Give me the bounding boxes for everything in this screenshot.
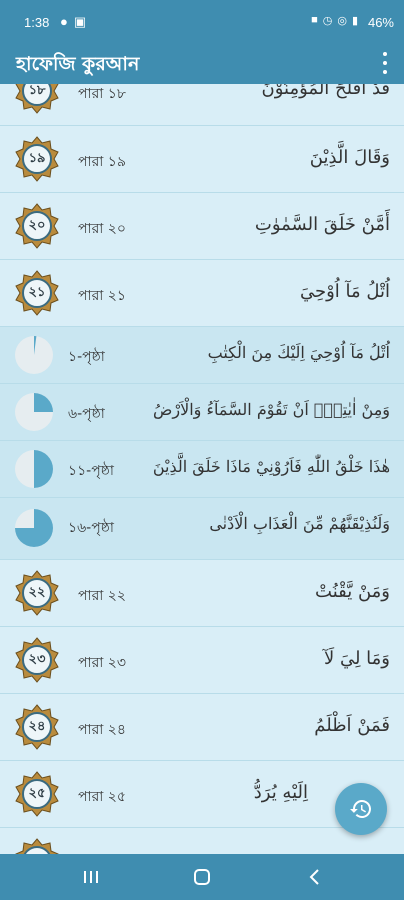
- app-title: হাফেজি কুরআন: [16, 53, 140, 75]
- lock-icon: ■: [311, 14, 318, 26]
- para-badge-icon: ২৩: [14, 637, 60, 683]
- para-badge-icon: ২১: [14, 270, 60, 316]
- image-icon: ▣: [73, 14, 87, 29]
- para-arabic-start: وَمَنْ يَّقْنُتْ: [315, 581, 390, 602]
- para-arabic-start: وَقَالَ الَّذِيْنَ: [309, 147, 390, 168]
- para-number: ২৩: [28, 652, 46, 667]
- para-row[interactable]: ২৪ পারা ২৪ فَمَنْ اَظْلَمُ: [0, 694, 404, 761]
- quarter-label: ১১-পৃষ্ঠা: [68, 463, 114, 479]
- progress-pie: [15, 450, 53, 488]
- para-number: ২০: [28, 218, 46, 233]
- para-label: পারা ২৩: [78, 655, 126, 671]
- recents-icon: [84, 871, 98, 883]
- para-row[interactable]: ২২ পারা ২২ وَمَنْ يَّقْنُتْ: [0, 560, 404, 627]
- para-badge-icon: ১৮: [14, 84, 60, 114]
- para-arabic-start: اِلَيْهِ يُرَدُّ: [253, 782, 308, 803]
- para-label: পারা ২০: [78, 221, 126, 237]
- notification-icons: ● ▣: [60, 14, 86, 30]
- progress-pie: [15, 336, 53, 374]
- para-label: পারা ২১: [78, 288, 126, 304]
- back-icon: [309, 869, 319, 885]
- app-bar: হাফেজি কুরআন: [0, 44, 404, 84]
- quarter-label: ১৬-পৃষ্ঠা: [68, 520, 114, 536]
- quarter-label: ১-পৃষ্ঠা: [68, 349, 105, 365]
- progress-slice: [34, 393, 53, 412]
- recents-button[interactable]: [80, 866, 102, 888]
- quarter-row[interactable]: ১-পৃষ্ঠা اُتْلُ مَآ اُوْحِيَ اِلَيْكَ مِ…: [0, 327, 404, 384]
- para-label: পারা ২২: [78, 588, 126, 604]
- alarm-icon: ◷: [322, 15, 333, 27]
- para-arabic-start: قَدْ أَفْلَحَ الْمُؤْمِنُوْنَ: [261, 84, 390, 99]
- history-icon: [350, 800, 371, 818]
- para-label: পারা ২৫: [78, 789, 126, 805]
- home-icon: [194, 869, 210, 885]
- para-badge-icon: ২৫: [14, 771, 60, 817]
- back-button[interactable]: [304, 866, 326, 888]
- signal-icon: ▮: [351, 15, 358, 27]
- para-badge-icon: ২৪: [14, 704, 60, 750]
- quarter-arabic-start: وَمِنْ اٰيٰتِهٖٓ اَنْ تَقُوْمَ السَّمَآء…: [153, 400, 390, 419]
- status-bar: 1:38 ● ▣ ■ ◷ ◎ ▮ 46%: [0, 0, 404, 44]
- wifi-icon: ◎: [337, 15, 347, 27]
- para-list: ১৮ পারা ১৮ قَدْ أَفْلَحَ الْمُؤْمِنُوْنَ…: [0, 84, 404, 854]
- para-arabic-start: فَمَنْ اَظْلَمُ: [314, 715, 390, 736]
- para-number: ১৯: [28, 151, 46, 166]
- progress-pie-icon: [14, 508, 54, 548]
- progress-pie-icon: [14, 449, 54, 489]
- para-badge-icon: [14, 838, 60, 854]
- para-row[interactable]: [0, 828, 404, 854]
- para-arabic-start: وَمَا لِيَ لَآ: [323, 648, 390, 669]
- quarter-arabic-start: هٰذَا خَلْقُ اللّٰهِ فَاَرُوْنِيْ مَاذَا…: [152, 457, 390, 476]
- para-label: পারা ১৯: [78, 154, 126, 170]
- para-label: পারা ১৮: [78, 86, 126, 102]
- quarter-label: ৬-পৃষ্ঠা: [68, 406, 105, 422]
- progress-pie-icon: [14, 392, 54, 432]
- para-badge-icon: ১৯: [14, 136, 60, 182]
- progress-pie: [15, 509, 53, 547]
- para-badge-icon: ২০: [14, 203, 60, 249]
- para-row[interactable]: ২০ পারা ২০ أَمَّنْ خَلَقَ السَّمٰوٰتِ: [0, 193, 404, 260]
- para-row[interactable]: ১৮ পারা ১৮ قَدْ أَفْلَحَ الْمُؤْمِنُوْنَ: [0, 84, 404, 126]
- history-button[interactable]: [335, 783, 387, 835]
- status-time: 1:38: [24, 15, 50, 30]
- quarter-arabic-start: اُتْلُ مَآ اُوْحِيَ اِلَيْكَ مِنَ الْكِت…: [207, 343, 390, 362]
- para-row[interactable]: ২১ পারা ২১ اُتْلُ مَآ اُوْحِيَ: [0, 260, 404, 327]
- battery-level: 46%: [367, 15, 394, 30]
- para-number: ২১: [28, 285, 46, 300]
- quarter-row[interactable]: ৬-পৃষ্ঠা وَمِنْ اٰيٰتِهٖٓ اَنْ تَقُوْمَ …: [0, 384, 404, 441]
- quarter-arabic-start: وَلَنُذِيْقَنَّهُمْ مِّنَ الْعَذَابِ الْ…: [209, 514, 390, 533]
- home-button[interactable]: [191, 866, 213, 888]
- system-icons: ■ ◷ ◎ ▮: [311, 14, 358, 27]
- para-badge-icon: ২২: [14, 570, 60, 616]
- para-label: পারা ২৪: [78, 722, 126, 738]
- para-number: ২৫: [28, 786, 46, 801]
- progress-slice: [34, 450, 53, 488]
- progress-pie: [15, 393, 53, 431]
- para-number: ২২: [28, 585, 46, 600]
- overflow-menu-icon[interactable]: [380, 52, 390, 74]
- para-number: ২৪: [28, 719, 46, 734]
- account-icon: ●: [60, 14, 68, 29]
- quarter-row[interactable]: ১৬-পৃষ্ঠা وَلَنُذِيْقَنَّهُمْ مِّنَ الْع…: [0, 498, 404, 560]
- progress-pie-icon: [14, 335, 54, 375]
- quarter-row[interactable]: ১১-পৃষ্ঠা هٰذَا خَلْقُ اللّٰهِ فَاَرُوْن…: [0, 441, 404, 498]
- para-row[interactable]: ২৩ পারা ২৩ وَمَا لِيَ لَآ: [0, 627, 404, 694]
- para-arabic-start: اُتْلُ مَآ اُوْحِيَ: [299, 281, 390, 302]
- system-nav-bar: [0, 854, 404, 900]
- para-arabic-start: أَمَّنْ خَلَقَ السَّمٰوٰتِ: [254, 214, 390, 235]
- para-number: ১৮: [28, 84, 46, 98]
- para-row[interactable]: ১৯ পারা ১৯ وَقَالَ الَّذِيْنَ: [0, 126, 404, 193]
